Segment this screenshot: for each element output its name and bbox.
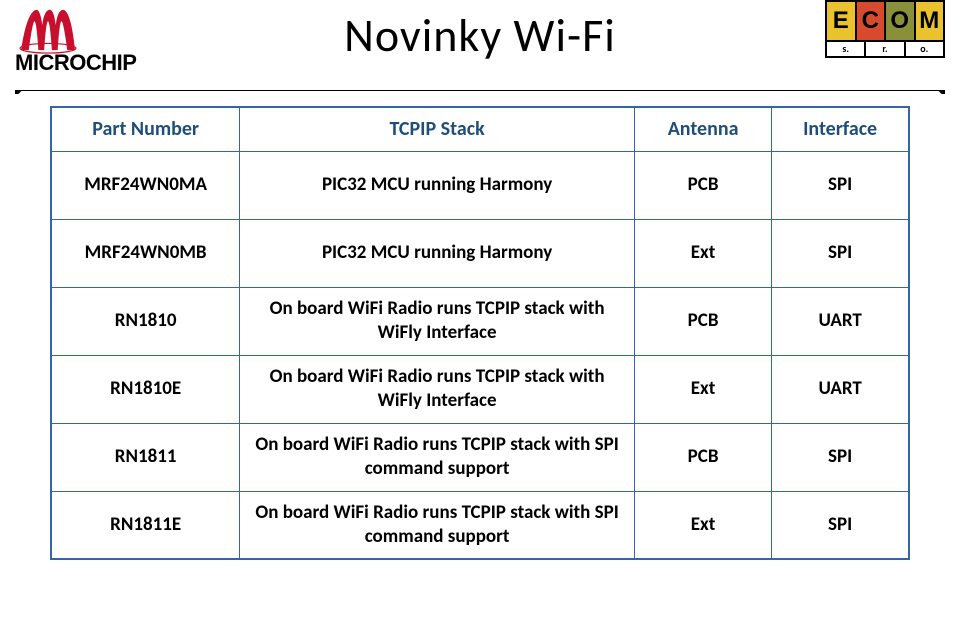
cell-antenna: Ext — [634, 219, 771, 287]
cell-stack: On board WiFi Radio runs TCPIP stack wit… — [240, 287, 635, 355]
cell-stack: On board WiFi Radio runs TCPIP stack wit… — [240, 491, 635, 559]
wifi-table-wrap: Part Number TCPIP Stack Antenna Interfac… — [50, 106, 910, 560]
cell-interface: SPI — [772, 151, 909, 219]
cell-part: MRF24WN0MB — [51, 219, 240, 287]
table-row: RN1811E On board WiFi Radio runs TCPIP s… — [51, 491, 909, 559]
slide-header: MICROCHIP Novinky Wi-Fi E C O M s. r. o. — [0, 0, 960, 90]
cell-interface: SPI — [772, 219, 909, 287]
ecom-letter-m: M — [916, 2, 944, 40]
col-tcpip-stack: TCPIP Stack — [240, 107, 635, 151]
col-antenna: Antenna — [634, 107, 771, 151]
wifi-parts-table: Part Number TCPIP Stack Antenna Interfac… — [50, 106, 910, 560]
cell-part: RN1810E — [51, 355, 240, 423]
ecom-sub-s: s. — [827, 42, 866, 56]
cell-interface: SPI — [772, 491, 909, 559]
cell-antenna: PCB — [634, 423, 771, 491]
cell-antenna: Ext — [634, 355, 771, 423]
microchip-swoosh-icon — [19, 2, 77, 54]
ecom-sub-o: o. — [906, 42, 943, 56]
microchip-logo: MICROCHIP — [15, 0, 190, 70]
col-part-number: Part Number — [51, 107, 240, 151]
ecom-logo: E C O M s. r. o. — [825, 0, 945, 70]
cell-antenna: PCB — [634, 287, 771, 355]
cell-part: RN1810 — [51, 287, 240, 355]
ecom-subtext: s. r. o. — [825, 42, 945, 58]
cell-part: RN1811E — [51, 491, 240, 559]
microchip-wordmark: MICROCHIP — [15, 50, 136, 76]
cell-stack: On board WiFi Radio runs TCPIP stack wit… — [240, 355, 635, 423]
cell-interface: UART — [772, 287, 909, 355]
table-row: RN1811 On board WiFi Radio runs TCPIP st… — [51, 423, 909, 491]
table-row: MRF24WN0MA PIC32 MCU running Harmony PCB… — [51, 151, 909, 219]
cell-stack: PIC32 MCU running Harmony — [240, 151, 635, 219]
cell-part: RN1811 — [51, 423, 240, 491]
cell-part: MRF24WN0MA — [51, 151, 240, 219]
table-row: RN1810E On board WiFi Radio runs TCPIP s… — [51, 355, 909, 423]
ecom-letter-e: E — [827, 2, 857, 40]
table-header-row: Part Number TCPIP Stack Antenna Interfac… — [51, 107, 909, 151]
table-row: MRF24WN0MB PIC32 MCU running Harmony Ext… — [51, 219, 909, 287]
ecom-letter-c: C — [857, 2, 887, 40]
cell-antenna: Ext — [634, 491, 771, 559]
cell-antenna: PCB — [634, 151, 771, 219]
ecom-letters: E C O M — [825, 0, 945, 42]
ecom-letter-o: O — [886, 2, 916, 40]
cell-stack: On board WiFi Radio runs TCPIP stack wit… — [240, 423, 635, 491]
cell-stack: PIC32 MCU running Harmony — [240, 219, 635, 287]
header-divider — [15, 90, 945, 94]
col-interface: Interface — [772, 107, 909, 151]
table-row: RN1810 On board WiFi Radio runs TCPIP st… — [51, 287, 909, 355]
ecom-sub-r: r. — [866, 42, 905, 56]
cell-interface: SPI — [772, 423, 909, 491]
cell-interface: UART — [772, 355, 909, 423]
